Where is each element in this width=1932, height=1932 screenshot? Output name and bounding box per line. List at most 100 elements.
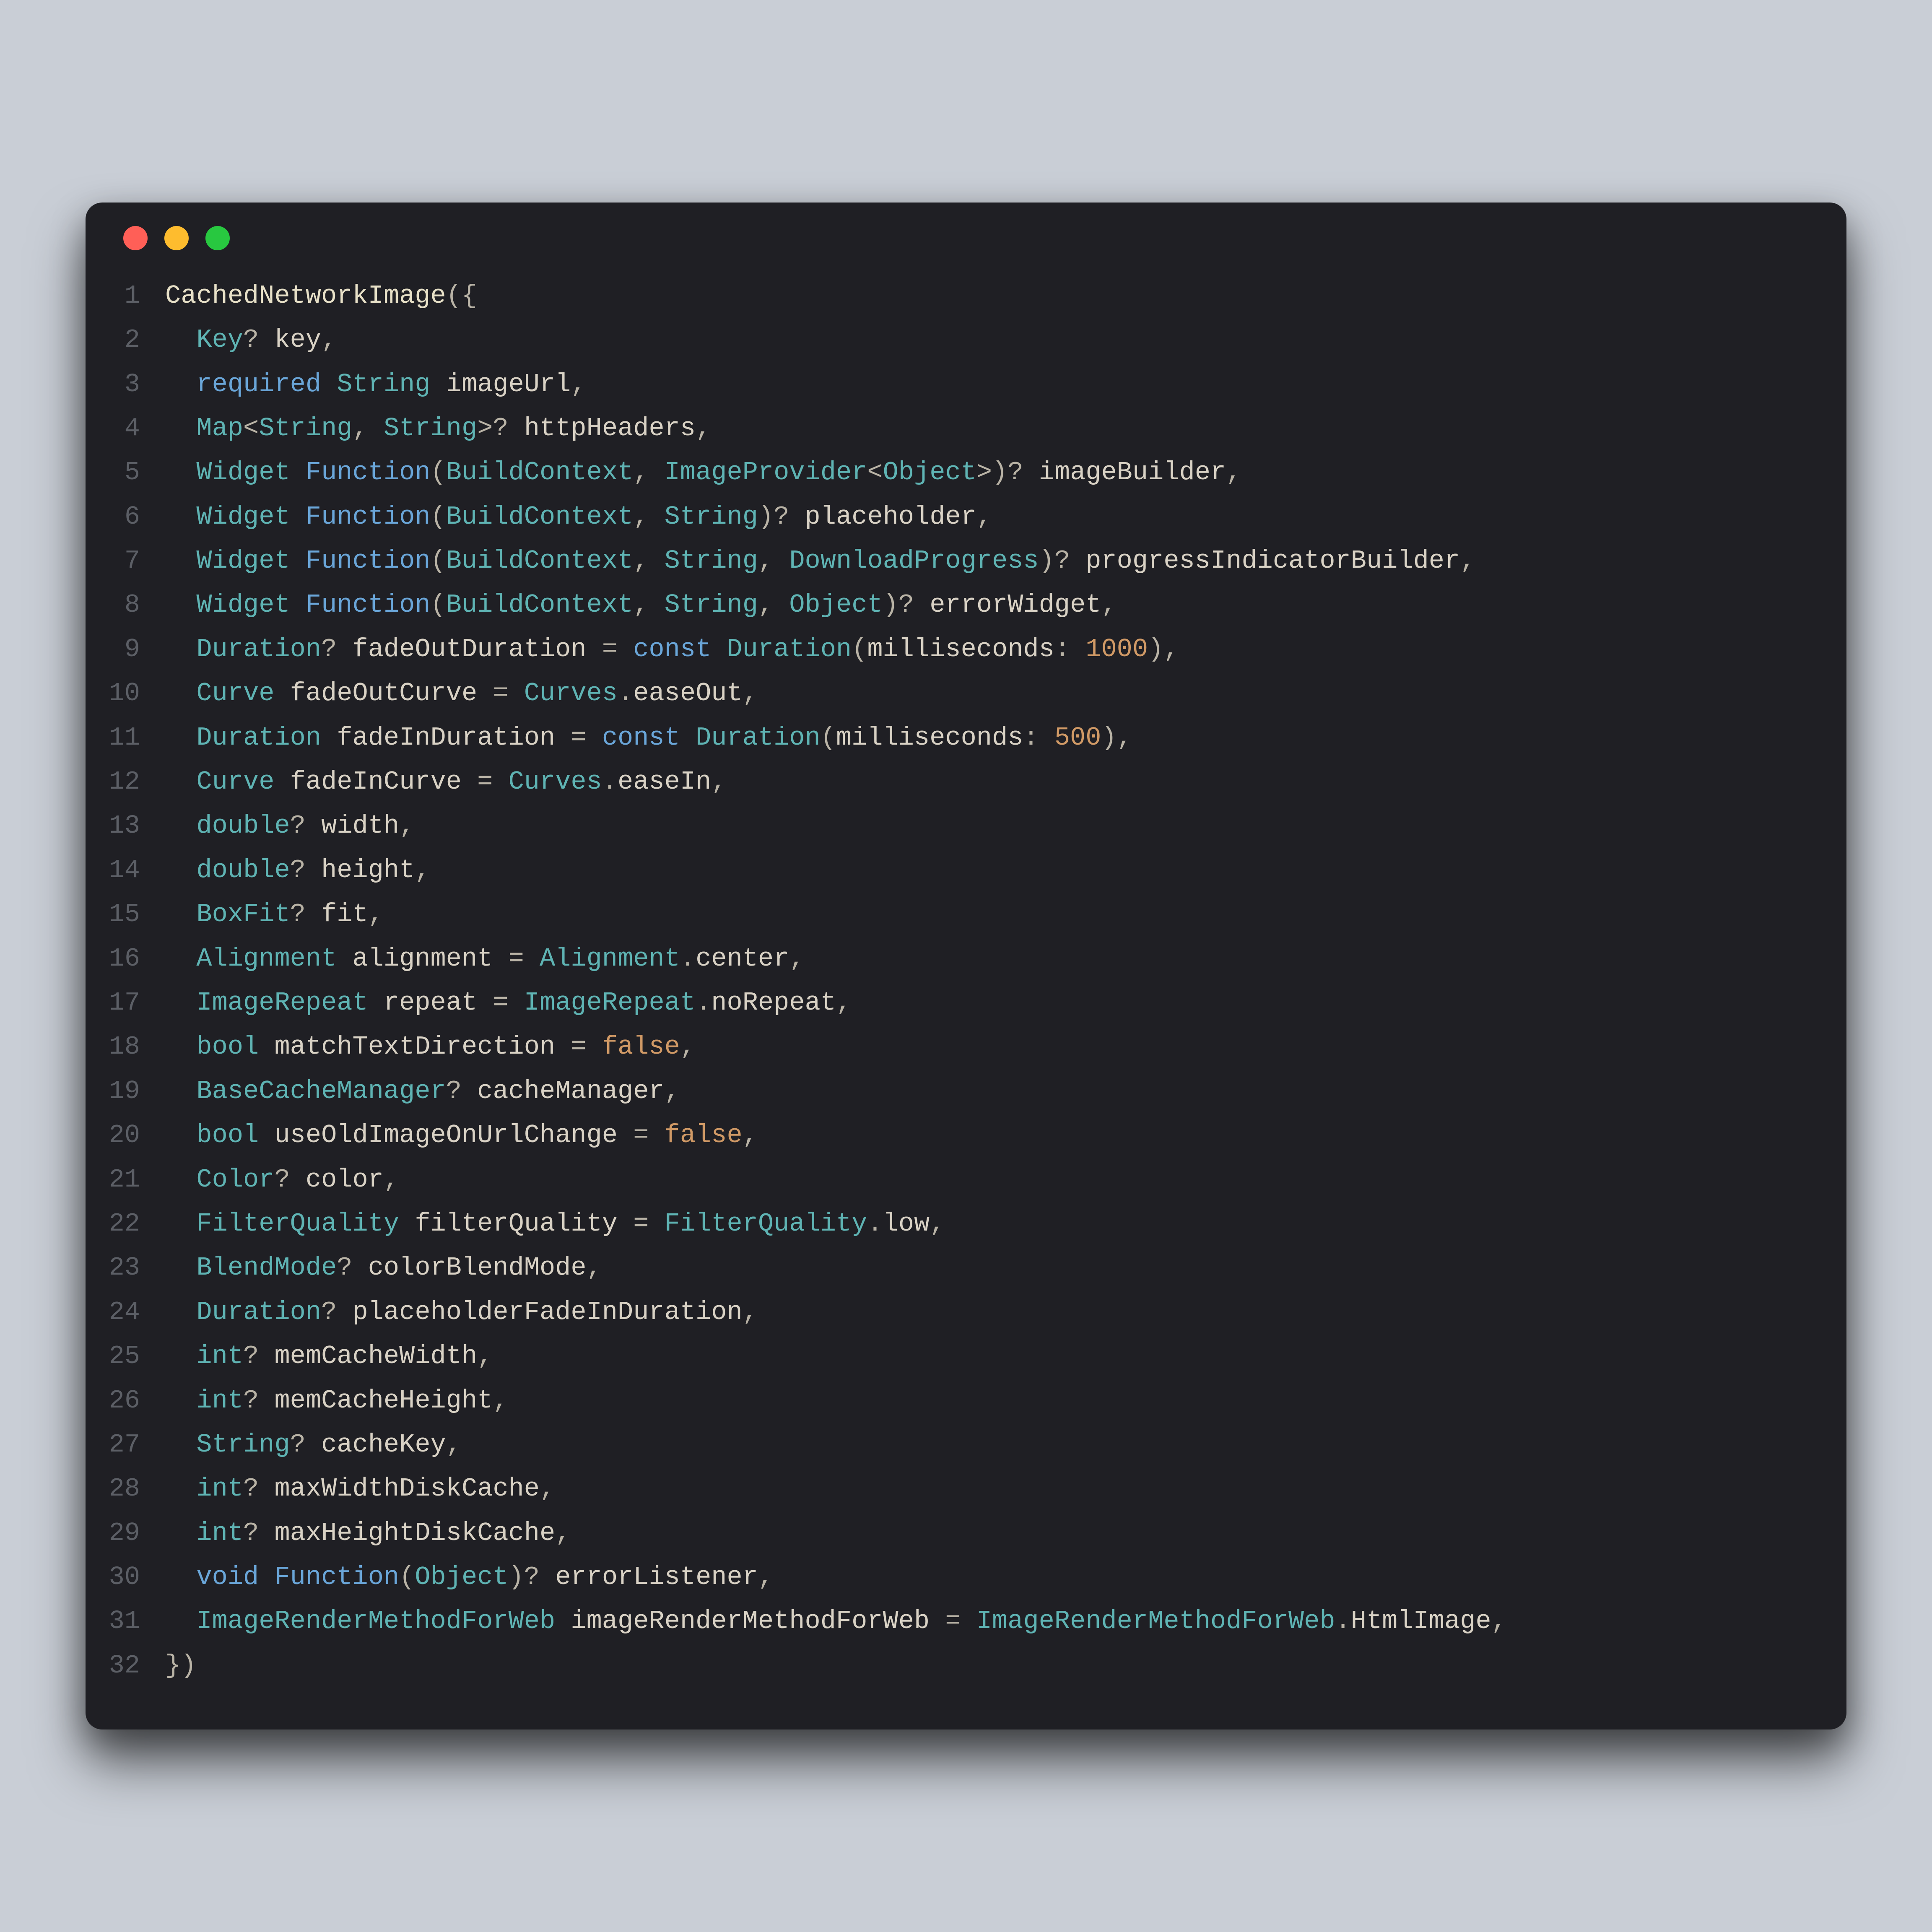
line-content: double? width,	[165, 804, 1809, 848]
code-token: ,	[1491, 1606, 1507, 1636]
line-content: required String imageUrl,	[165, 362, 1809, 406]
line-content: Alignment alignment = Alignment.center,	[165, 937, 1809, 981]
code-token: )?	[758, 502, 805, 532]
code-token: Duration	[727, 634, 852, 664]
code-token: bool	[196, 1120, 259, 1150]
code-token: ,	[1226, 457, 1241, 487]
code-token: (	[431, 457, 446, 487]
line-content: Curve fadeInCurve = Curves.easeIn,	[165, 760, 1809, 804]
line-content: bool useOldImageOnUrlChange = false,	[165, 1113, 1809, 1157]
titlebar	[86, 203, 1846, 274]
code-line: 14 double? height,	[102, 848, 1809, 892]
code-token: milliseconds	[867, 634, 1054, 664]
code-token: ,	[758, 1562, 774, 1592]
code-token: ,	[1101, 590, 1117, 620]
code-token	[555, 1606, 571, 1636]
code-block[interactable]: 1CachedNetworkImage({2 Key? key,3 requir…	[86, 274, 1846, 1705]
code-token: (	[821, 723, 836, 753]
code-token: matchTextDirection	[274, 1032, 555, 1062]
code-token: ,	[680, 1032, 696, 1062]
code-token: center	[696, 944, 789, 974]
code-token: fadeOutCurve	[290, 678, 477, 708]
code-token: )?	[883, 590, 930, 620]
code-token: ,	[321, 325, 337, 355]
code-token: String	[665, 546, 758, 576]
code-token: maxHeightDiskCache	[274, 1518, 555, 1548]
code-token: =	[930, 1606, 976, 1636]
code-token: cacheManager	[477, 1076, 664, 1106]
code-line: 32})	[102, 1644, 1809, 1688]
line-content: void Function(Object)? errorListener,	[165, 1555, 1809, 1599]
code-token: ?	[243, 1386, 274, 1415]
code-token: ,	[399, 811, 415, 841]
code-token: noRepeat	[711, 988, 836, 1018]
code-token: Object	[415, 1562, 508, 1592]
code-token: DownloadProgress	[789, 546, 1039, 576]
code-line: 17 ImageRepeat repeat = ImageRepeat.noRe…	[102, 981, 1809, 1025]
zoom-icon[interactable]	[205, 226, 230, 250]
code-token: (	[852, 634, 867, 664]
line-number: 13	[102, 804, 165, 848]
code-token: .	[680, 944, 696, 974]
line-number: 7	[102, 539, 165, 583]
code-token	[165, 1341, 196, 1371]
code-token: Curves	[524, 678, 618, 708]
code-token: height	[321, 855, 415, 885]
code-token: int	[196, 1341, 243, 1371]
code-token: .	[618, 678, 633, 708]
code-token	[165, 1386, 196, 1415]
code-token	[711, 634, 727, 664]
line-content: BaseCacheManager? cacheManager,	[165, 1069, 1809, 1113]
code-line: 11 Duration fadeInDuration = const Durat…	[102, 716, 1809, 760]
code-token: =	[555, 723, 602, 753]
code-line: 26 int? memCacheHeight,	[102, 1379, 1809, 1423]
code-token: imageBuilder	[1039, 457, 1226, 487]
code-token: bool	[196, 1032, 259, 1062]
code-token: ImageRenderMethodForWeb	[976, 1606, 1335, 1636]
code-token: Function	[306, 590, 431, 620]
line-number: 23	[102, 1246, 165, 1290]
code-token: ,	[976, 502, 992, 532]
code-token	[680, 723, 696, 753]
code-token: ,	[384, 1165, 399, 1195]
code-token	[165, 457, 196, 487]
line-content: Duration? fadeOutDuration = const Durati…	[165, 627, 1809, 671]
code-token: .	[867, 1209, 883, 1239]
line-number: 16	[102, 937, 165, 981]
code-token: ?	[337, 1253, 368, 1283]
code-token	[165, 811, 196, 841]
code-line: 6 Widget Function(BuildContext, String)?…	[102, 495, 1809, 539]
code-token	[165, 1253, 196, 1283]
minimize-icon[interactable]	[164, 226, 189, 250]
code-token: CachedNetworkImage	[165, 281, 446, 311]
code-token: String	[196, 1430, 290, 1459]
code-token: int	[196, 1474, 243, 1504]
code-token: ,	[415, 855, 430, 885]
code-token	[165, 1076, 196, 1106]
line-content: int? memCacheHeight,	[165, 1379, 1809, 1423]
line-number: 28	[102, 1467, 165, 1511]
code-token: useOldImageOnUrlChange	[274, 1120, 618, 1150]
code-token: width	[321, 811, 399, 841]
line-content: ImageRenderMethodForWeb imageRenderMetho…	[165, 1599, 1809, 1643]
code-token: false	[665, 1120, 743, 1150]
code-token: Map	[196, 413, 243, 443]
code-token: ?	[290, 1430, 321, 1459]
code-token: 1000	[1085, 634, 1148, 664]
code-token: (	[431, 590, 446, 620]
code-line: 3 required String imageUrl,	[102, 362, 1809, 406]
code-token: :	[1054, 634, 1085, 664]
code-token	[321, 723, 337, 753]
line-content: Duration fadeInDuration = const Duration…	[165, 716, 1809, 760]
line-number: 11	[102, 716, 165, 760]
code-token: easeIn	[618, 767, 711, 797]
code-token	[165, 855, 196, 885]
code-token: Duration	[196, 1297, 321, 1327]
close-icon[interactable]	[123, 226, 148, 250]
code-token: Curves	[509, 767, 602, 797]
code-token: FilterQuality	[196, 1209, 399, 1239]
code-token: BaseCacheManager	[196, 1076, 446, 1106]
code-token	[165, 1430, 196, 1459]
line-content: BlendMode? colorBlendMode,	[165, 1246, 1809, 1290]
code-token: ,	[353, 413, 384, 443]
